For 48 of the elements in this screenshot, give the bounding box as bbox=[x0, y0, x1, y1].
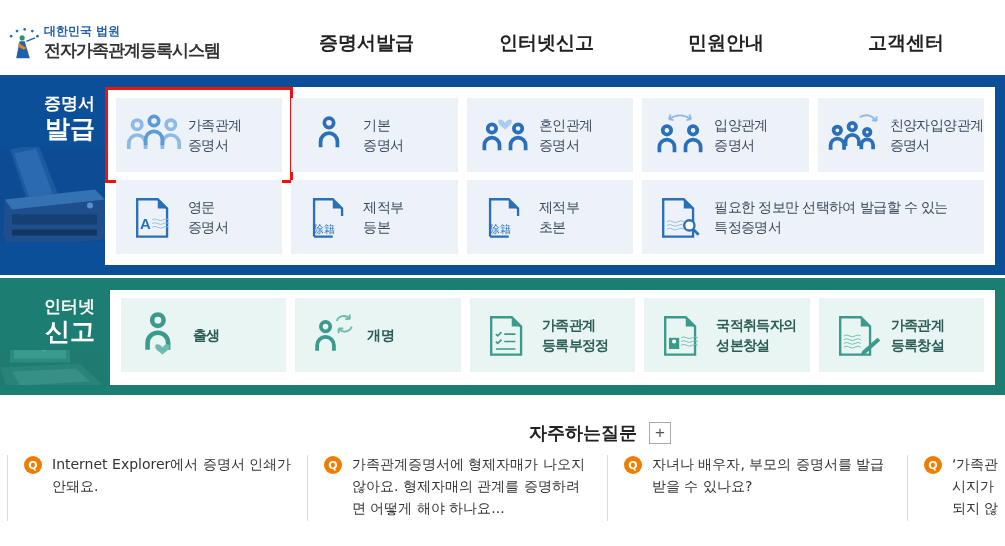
question-badge: Q bbox=[24, 456, 42, 474]
certificate-tile[interactable]: 가족관계 증명서 bbox=[116, 98, 283, 172]
tile-label: 친양자입양관계 증명서 bbox=[889, 116, 984, 155]
tile-label: 가족관계 등록부정정 bbox=[541, 316, 609, 355]
faq-link[interactable]: ‘가족관 시지가 되지 않 bbox=[952, 453, 999, 521]
tile-label: 제적부 등본 bbox=[363, 198, 404, 237]
report-tile[interactable]: 국적취득자의 성본창설 bbox=[644, 298, 810, 372]
tile-label: 영문 증명서 bbox=[188, 198, 229, 237]
site-title[interactable]: 전자가족관계등록시스템 bbox=[44, 39, 220, 61]
tile-label: 필요한 정보만 선택하여 발급할 수 있는 특정증명서 bbox=[714, 198, 948, 237]
section-title: 발급 bbox=[45, 113, 95, 145]
certificate-tile[interactable]: A 영문 증명서 bbox=[116, 180, 283, 254]
tile-label: 기본 증명서 bbox=[363, 116, 404, 155]
question-badge: Q bbox=[924, 456, 942, 474]
certificate-tile[interactable]: 혼인관계 증명서 bbox=[466, 98, 634, 172]
faq-link[interactable]: Internet Explorer에서 증명서 인쇄가 안돼요. bbox=[52, 453, 292, 521]
faq-link[interactable]: 가족관계증명서에 형제자매가 나오지 않아요. 형제자매의 관계를 증명하려 면 어떻게 해야 하나요... bbox=[352, 453, 585, 521]
tile-label: 제적부 초본 bbox=[538, 198, 579, 237]
tile-label: 가족관계 증명서 bbox=[188, 116, 242, 155]
nav-link[interactable]: 고객센터 bbox=[816, 29, 996, 56]
report-tile[interactable]: 출생 bbox=[121, 298, 287, 372]
section-title: 신고 bbox=[45, 316, 95, 348]
certificate-tile[interactable]: 필요한 정보만 선택하여 발급할 수 있는 특정증명서 bbox=[642, 180, 984, 254]
certificate-tile[interactable]: 除籍 제적부 초본 bbox=[466, 180, 634, 254]
report-tile[interactable]: 가족관계 등록창설 bbox=[818, 298, 984, 372]
nav-link[interactable]: 인터넷신고 bbox=[456, 29, 636, 56]
certificate-tile[interactable]: 입양관계 증명서 bbox=[642, 98, 809, 172]
section-label: 증명서 bbox=[44, 93, 95, 113]
nav-link[interactable]: 증명서발급 bbox=[276, 29, 456, 56]
tile-label: 혼인관계 증명서 bbox=[538, 116, 593, 155]
question-badge: Q bbox=[624, 456, 642, 474]
report-tile[interactable]: 개명 bbox=[295, 298, 461, 372]
tile-label: 가족관계 등록창설 bbox=[890, 316, 945, 355]
question-badge: Q bbox=[324, 456, 342, 474]
report-tile[interactable]: 가족관계 등록부정정 bbox=[469, 298, 636, 372]
more-button[interactable]: + bbox=[649, 422, 671, 444]
certificate-tile[interactable]: 친양자입양관계 증명서 bbox=[817, 98, 984, 172]
nav-link[interactable]: 민원안내 bbox=[636, 29, 816, 56]
tile-label: 출생 bbox=[193, 326, 220, 345]
tile-label: 국적취득자의 성본창설 bbox=[716, 316, 797, 355]
tile-label: 개명 bbox=[367, 326, 395, 345]
organization-name: 대한민국 법원 bbox=[44, 24, 122, 39]
section-title: 자주하는질문 bbox=[529, 421, 637, 445]
tile-label: 입양관계 증명서 bbox=[714, 116, 768, 155]
certificate-tile[interactable]: 除籍 제적부 등본 bbox=[291, 180, 458, 254]
faq-link[interactable]: 자녀나 배우자, 부모의 증명서를 발급 받을 수 있나요? bbox=[652, 453, 885, 521]
certificate-tile[interactable]: 기본 증명서 bbox=[291, 98, 458, 172]
section-label: 인터넷 bbox=[44, 296, 95, 316]
